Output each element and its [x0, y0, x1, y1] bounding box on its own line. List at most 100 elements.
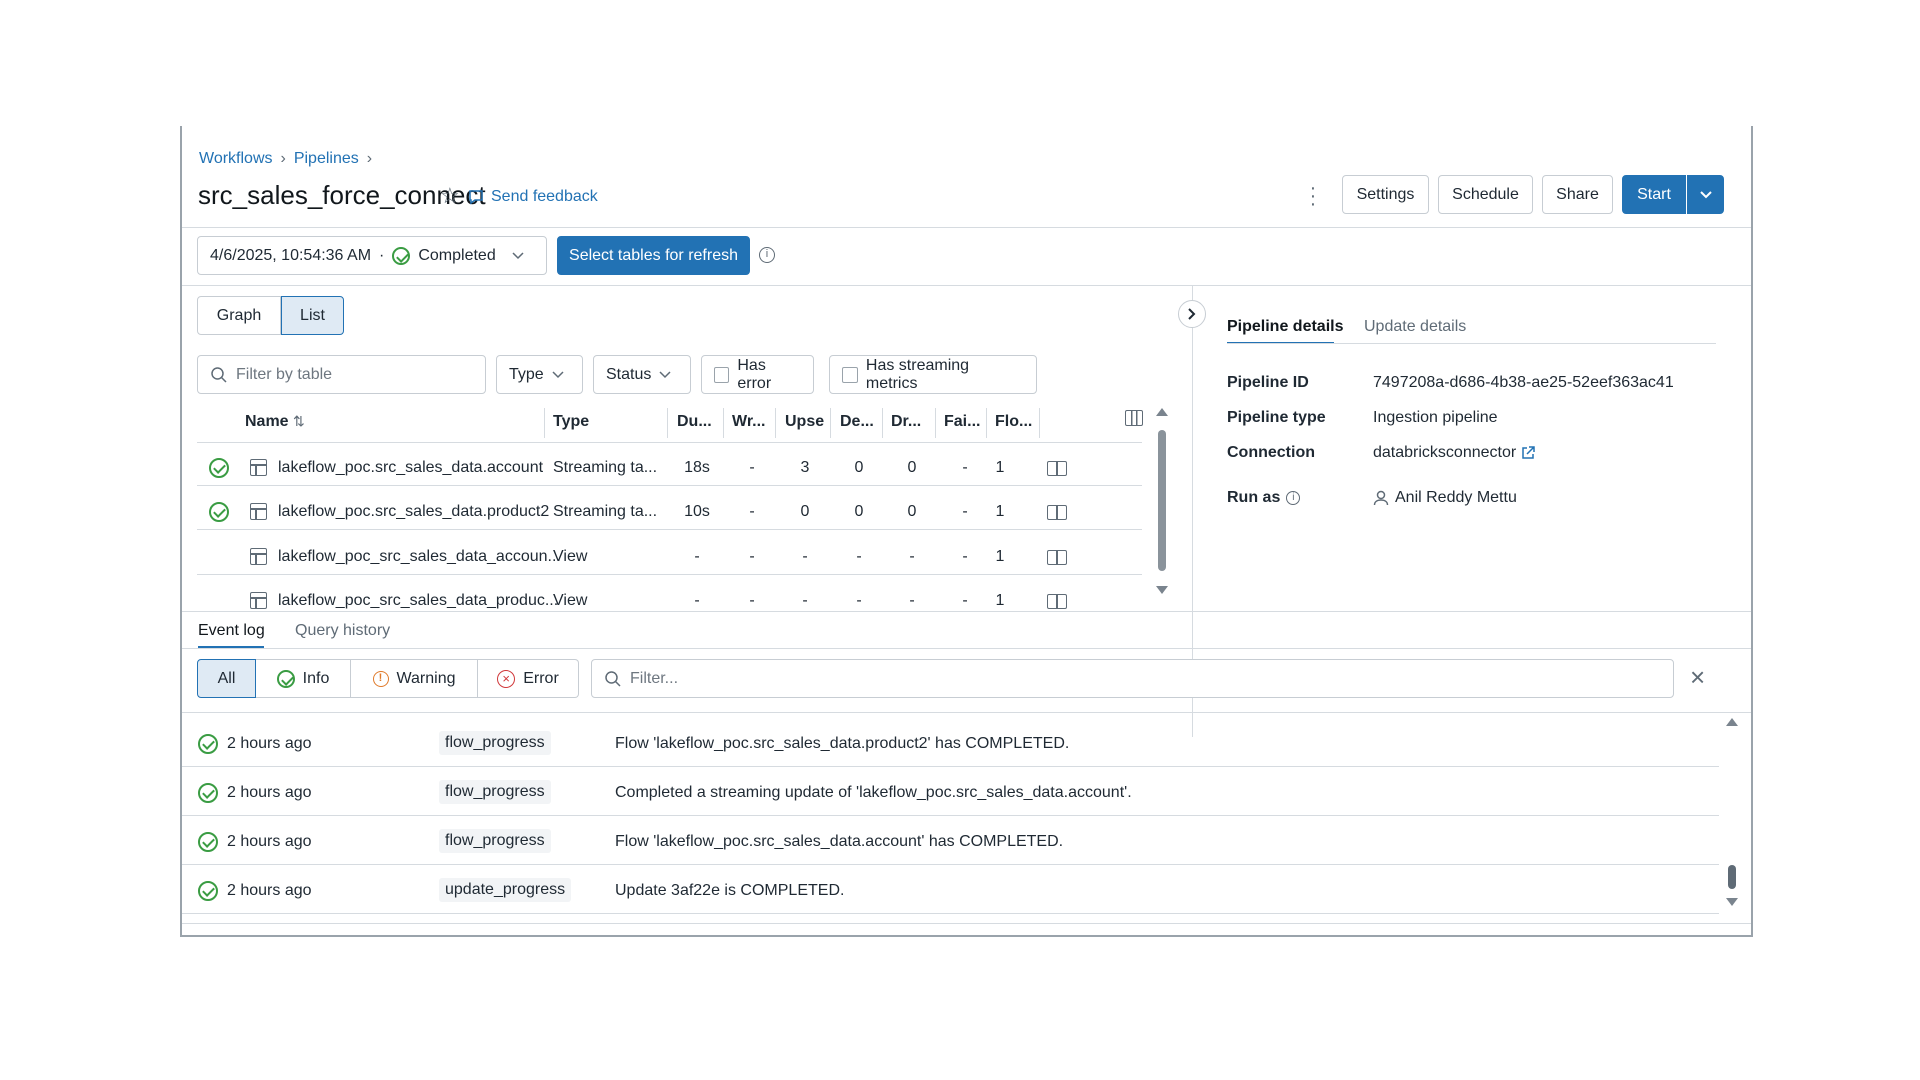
details-panel-icon[interactable]	[1047, 594, 1067, 609]
column-header-deleted[interactable]: De...	[840, 413, 874, 431]
check-circle-icon	[198, 832, 218, 852]
has-error-checkbox[interactable]: Has error	[701, 355, 814, 394]
filter-error-button[interactable]: × Error	[478, 659, 579, 698]
chevron-right-icon: ›	[366, 150, 373, 167]
filter-info-button[interactable]: Info	[256, 659, 351, 698]
breadcrumb-pipelines[interactable]: Pipelines	[294, 150, 359, 168]
row-deleted: -	[856, 592, 862, 609]
status-filter-label: Status	[606, 365, 652, 383]
row-type: Streaming ta...	[553, 459, 658, 476]
graph-toggle[interactable]: Graph	[197, 296, 281, 335]
user-icon	[1373, 490, 1389, 506]
settings-button[interactable]: Settings	[1342, 175, 1429, 214]
start-button[interactable]: Start	[1622, 175, 1686, 214]
column-header-written[interactable]: Wr...	[732, 413, 766, 431]
tab-pipeline-details[interactable]: Pipeline details	[1227, 318, 1343, 336]
details-panel-icon[interactable]	[1047, 550, 1067, 565]
list-toggle[interactable]: List	[281, 296, 344, 335]
pipeline-type-label: Pipeline type	[1227, 409, 1326, 426]
status-filter-dropdown[interactable]: Status	[593, 355, 691, 394]
checkbox[interactable]	[842, 366, 858, 383]
row-type: View	[553, 592, 588, 609]
scroll-thumb[interactable]	[1728, 865, 1736, 889]
has-streaming-checkbox[interactable]: Has streaming metrics	[829, 355, 1037, 394]
column-header-dropped[interactable]: Dr...	[891, 413, 921, 431]
log-filter-placeholder: Filter...	[630, 669, 679, 687]
row-type: Streaming ta...	[553, 503, 658, 520]
row-divider	[182, 864, 1719, 865]
checkbox[interactable]	[714, 366, 730, 383]
close-icon[interactable]: ×	[1690, 662, 1705, 692]
row-written: -	[749, 503, 755, 520]
scroll-thumb[interactable]	[1158, 430, 1166, 571]
star-icon[interactable]: ☆	[440, 183, 460, 209]
columns-icon[interactable]	[1125, 410, 1143, 426]
log-header-divider	[182, 712, 1751, 713]
tab-event-log[interactable]: Event log	[198, 622, 265, 640]
row-name[interactable]: lakeflow_poc_src_sales_data_produc...	[278, 592, 558, 610]
sort-icon[interactable]: ⇅	[293, 413, 305, 429]
tab-divider	[182, 648, 1751, 649]
details-panel-icon[interactable]	[1047, 461, 1067, 476]
column-header-failed[interactable]: Fai...	[944, 413, 980, 431]
row-duration: 18s	[684, 459, 710, 476]
info-icon[interactable]: i	[1286, 491, 1301, 505]
log-scrollbar[interactable]	[1726, 718, 1738, 908]
info-icon[interactable]: i	[759, 247, 775, 263]
event-message: Update 3af22e is COMPLETED.	[615, 882, 845, 899]
column-header-name[interactable]: Name ⇅	[245, 413, 305, 431]
scroll-up-arrow[interactable]	[1156, 408, 1168, 416]
row-deleted: 0	[854, 459, 864, 476]
send-feedback-link[interactable]: Send feedback	[467, 188, 598, 206]
row-deleted: 0	[854, 503, 864, 520]
filter-all-button[interactable]: All	[197, 659, 256, 698]
connection-label: Connection	[1227, 444, 1315, 461]
row-divider	[182, 815, 1719, 816]
row-name[interactable]: lakeflow_poc.src_sales_data.account	[278, 459, 543, 477]
row-dropped: -	[909, 548, 915, 565]
table-filter-input[interactable]: Filter by table	[197, 355, 486, 394]
column-header-type[interactable]: Type	[553, 413, 589, 431]
details-panel-icon[interactable]	[1047, 505, 1067, 520]
row-name[interactable]: lakeflow_poc.src_sales_data.product2	[278, 503, 549, 521]
divider	[182, 227, 1751, 228]
breadcrumb-workflows[interactable]: Workflows	[199, 150, 273, 168]
start-dropdown-button[interactable]	[1687, 175, 1724, 214]
column-header-upserted[interactable]: Upse	[785, 413, 824, 431]
run-status: Completed	[418, 246, 496, 264]
send-feedback-label: Send feedback	[491, 188, 598, 205]
scroll-up-arrow[interactable]	[1726, 718, 1738, 726]
event-time: 2 hours ago	[227, 784, 312, 801]
type-filter-label: Type	[509, 365, 544, 383]
row-dropped: -	[909, 592, 915, 609]
connection-value: databricksconnector	[1373, 444, 1517, 461]
event-message: Flow 'lakeflow_poc.src_sales_data.produc…	[615, 735, 1070, 752]
row-upserted: 0	[800, 503, 810, 520]
connection-link[interactable]: databricksconnector	[1373, 444, 1535, 462]
bottom-divider	[182, 923, 1751, 924]
column-header-flows[interactable]: Flo...	[995, 413, 1032, 431]
row-failed: -	[962, 459, 968, 476]
event-type-tag: flow_progress	[439, 780, 551, 804]
tab-query-history[interactable]: Query history	[295, 622, 390, 640]
tab-update-details[interactable]: Update details	[1364, 318, 1466, 336]
schedule-button[interactable]: Schedule	[1438, 175, 1533, 214]
share-button[interactable]: Share	[1542, 175, 1613, 214]
type-filter-dropdown[interactable]: Type	[496, 355, 583, 394]
row-duration: -	[694, 592, 700, 609]
kebab-menu-icon[interactable]: · · ·	[1308, 178, 1318, 214]
column-divider	[775, 408, 776, 438]
row-written: -	[749, 548, 755, 565]
run-selector[interactable]: 4/6/2025, 10:54:36 AM · Completed	[197, 236, 547, 275]
scroll-down-arrow[interactable]	[1156, 586, 1168, 594]
row-failed: -	[962, 548, 968, 565]
collapse-panel-button[interactable]	[1178, 300, 1206, 328]
table-scrollbar[interactable]	[1156, 408, 1168, 598]
scroll-down-arrow[interactable]	[1726, 898, 1738, 906]
row-name[interactable]: lakeflow_poc_src_sales_data_accoun...	[278, 548, 561, 566]
has-streaming-label: Has streaming metrics	[865, 356, 970, 392]
log-filter-input[interactable]: Filter...	[591, 659, 1674, 698]
column-header-duration[interactable]: Du...	[677, 413, 712, 431]
filter-warning-button[interactable]: ! Warning	[351, 659, 478, 698]
select-tables-button[interactable]: Select tables for refresh	[557, 236, 750, 275]
